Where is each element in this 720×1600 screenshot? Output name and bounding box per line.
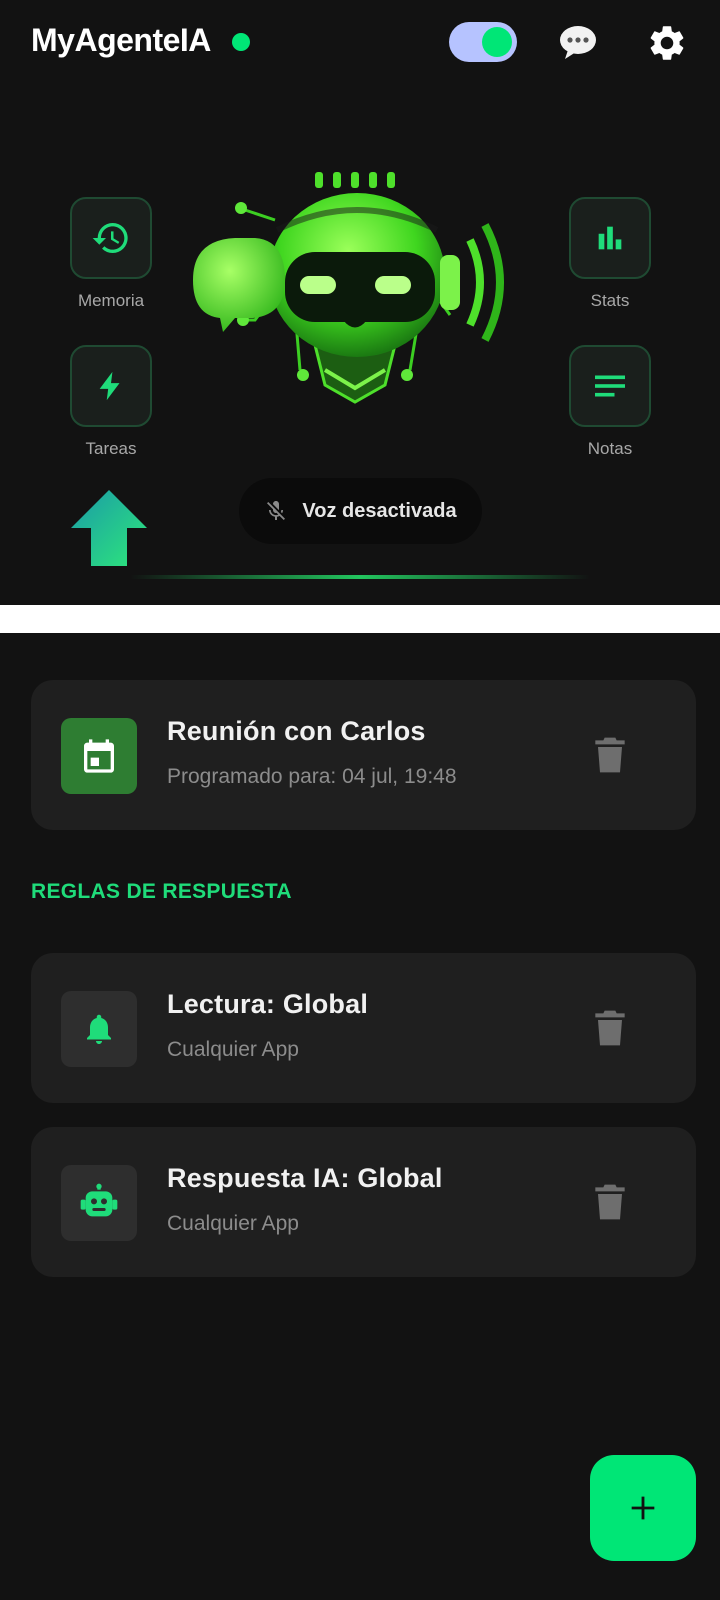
- card-subtitle: Cualquier App: [167, 1212, 299, 1235]
- card-title: Lectura: Global: [167, 989, 369, 1019]
- voice-status-pill[interactable]: Voz desactivada: [239, 478, 482, 544]
- bolt-icon: [99, 371, 120, 401]
- gear-icon[interactable]: [646, 22, 688, 64]
- add-button[interactable]: [590, 1455, 696, 1561]
- card-subtitle: Cualquier App: [167, 1038, 299, 1061]
- chat-bubble-icon[interactable]: [556, 22, 600, 62]
- quick-action-notas[interactable]: Notas: [569, 345, 651, 459]
- card-subtitle: Programado para: 04 jul, 19:48: [167, 765, 457, 788]
- quick-action-memoria[interactable]: Memoria: [70, 197, 152, 311]
- history-icon: [92, 223, 128, 254]
- plus-icon: [631, 1496, 655, 1520]
- robot-icon: [80, 1183, 118, 1217]
- card-title: Reunión con Carlos: [167, 716, 426, 746]
- trash-icon[interactable]: [594, 1009, 626, 1047]
- toggle-knob: [482, 27, 512, 57]
- quick-action-label: Stats: [590, 291, 630, 310]
- card-icon-box: [61, 991, 137, 1067]
- status-indicator: [232, 33, 250, 51]
- quick-action-tareas[interactable]: Tareas: [70, 345, 152, 459]
- hero-panel: Memoria Tareas Stats Notas Voz desactiva…: [0, 90, 720, 605]
- scheduled-task-card[interactable]: Reunión con Carlos Programado para: 04 j…: [31, 680, 696, 830]
- card-icon-box: [61, 718, 137, 794]
- quick-action-box: [569, 345, 651, 427]
- quick-action-box: [569, 197, 651, 279]
- mic-off-icon: [267, 501, 286, 520]
- notes-icon: [595, 375, 625, 397]
- quick-action-label: Notas: [587, 439, 633, 458]
- card-icon-box: [61, 1165, 137, 1241]
- rule-card[interactable]: Respuesta IA: Global Cualquier App: [31, 1127, 696, 1277]
- agent-toggle[interactable]: [449, 22, 517, 62]
- app-header: MyAgenteIA: [0, 0, 720, 90]
- quick-action-label: Tareas: [85, 439, 137, 458]
- bell-icon: [87, 1014, 111, 1044]
- card-title: Respuesta IA: Global: [167, 1163, 443, 1193]
- rule-card[interactable]: Lectura: Global Cualquier App: [31, 953, 696, 1103]
- app-title: MyAgenteIA: [31, 22, 211, 58]
- trash-icon[interactable]: [594, 736, 626, 774]
- arrow-up-icon: [71, 490, 147, 566]
- quick-action-label: Memoria: [77, 291, 145, 310]
- quick-action-box: [70, 345, 152, 427]
- section-heading-rules: REGLAS DE RESPUESTA: [31, 880, 292, 903]
- quick-action-stats[interactable]: Stats: [569, 197, 651, 311]
- section-separator: [0, 605, 720, 633]
- divider-glow: [130, 575, 590, 579]
- quick-action-box: [70, 197, 152, 279]
- voice-status-label: Voz desactivada: [302, 499, 457, 522]
- trash-icon[interactable]: [594, 1183, 626, 1221]
- robot-mascot-icon: [193, 172, 504, 404]
- calendar-icon: [84, 739, 114, 773]
- bar-chart-icon: [598, 226, 622, 250]
